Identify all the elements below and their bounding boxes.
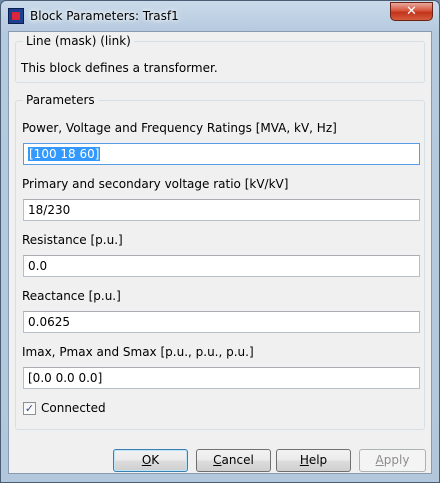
- window-title: Block Parameters: Trasf1: [30, 9, 179, 23]
- help-button-mnemonic: H: [299, 453, 309, 467]
- connected-label: Connected: [41, 401, 106, 415]
- apply-button[interactable]: Apply: [359, 449, 426, 472]
- voltage-ratio-field[interactable]: 18/230: [23, 199, 420, 221]
- help-button-label: elp: [308, 453, 328, 467]
- limits-label: Imax, Pmax and Smax [p.u., p.u., p.u.]: [22, 345, 254, 359]
- title-bar[interactable]: Block Parameters: Trasf1 ✕: [1, 1, 439, 31]
- help-button[interactable]: Help: [276, 449, 351, 472]
- power-ratings-field[interactable]: [100 18 60]: [23, 143, 420, 165]
- cancel-button[interactable]: Cancel: [196, 449, 271, 472]
- apply-button-mnemonic: A: [375, 453, 384, 467]
- cancel-button-label: ancel: [221, 453, 254, 467]
- ok-button[interactable]: OK: [113, 449, 188, 472]
- mask-description: This block defines a transformer.: [21, 61, 218, 75]
- mask-group-legend: Line (mask) (link): [23, 34, 134, 49]
- power-ratings-value: [100 18 60]: [28, 147, 101, 161]
- ok-button-label: K: [151, 453, 160, 467]
- dialog-client-area: Line (mask) (link) This block defines a …: [8, 31, 432, 474]
- apply-button-label: pply: [383, 453, 410, 467]
- matlab-app-icon: [8, 8, 24, 24]
- cancel-button-mnemonic: C: [213, 453, 222, 467]
- limits-field[interactable]: [0.0 0.0 0.0]: [23, 367, 420, 389]
- reactance-field[interactable]: 0.0625: [23, 311, 420, 333]
- parameters-group-legend: Parameters: [23, 93, 98, 108]
- ok-button-mnemonic: O: [141, 453, 152, 467]
- resistance-field[interactable]: 0.0: [23, 255, 420, 277]
- resistance-label: Resistance [p.u.]: [22, 233, 123, 247]
- dialog-window: Block Parameters: Trasf1 ✕ Line (mask) (…: [0, 0, 440, 483]
- reactance-label: Reactance [p.u.]: [22, 289, 121, 303]
- power-ratings-label: Power, Voltage and Frequency Ratings [MV…: [22, 121, 337, 135]
- connected-checkbox[interactable]: ✓: [23, 402, 36, 415]
- close-button[interactable]: ✕: [390, 2, 433, 21]
- voltage-ratio-label: Primary and secondary voltage ratio [kV/…: [22, 177, 289, 191]
